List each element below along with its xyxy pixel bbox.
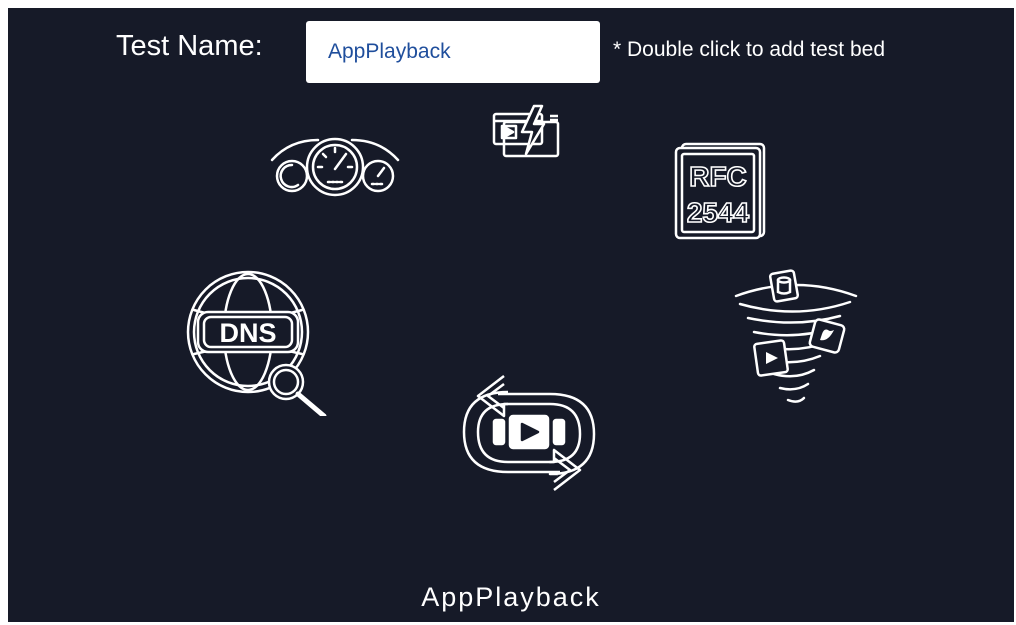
rfc-document-icon[interactable]: RFC 2544 bbox=[674, 142, 768, 240]
test-bed-panel[interactable]: Test Name: AppPlayback * Double click to… bbox=[8, 8, 1014, 622]
test-name-value: AppPlayback bbox=[328, 40, 451, 63]
app-playback-icon[interactable] bbox=[454, 368, 604, 498]
selected-test-caption: AppPlayback bbox=[421, 582, 601, 612]
test-name-label: Test Name: bbox=[116, 30, 263, 62]
double-click-hint: * Double click to add test bed bbox=[613, 38, 885, 61]
dns-globe-icon[interactable]: DNS bbox=[186, 270, 332, 416]
rfc-line1: RFC bbox=[689, 161, 747, 192]
speedometer-icon[interactable] bbox=[270, 132, 400, 198]
rfc-line2: 2544 bbox=[687, 197, 750, 228]
app-tornado-icon[interactable] bbox=[732, 266, 862, 414]
test-name-input[interactable]: AppPlayback bbox=[306, 21, 600, 83]
dns-text: DNS bbox=[219, 318, 276, 348]
video-lightning-icon[interactable] bbox=[492, 104, 564, 160]
